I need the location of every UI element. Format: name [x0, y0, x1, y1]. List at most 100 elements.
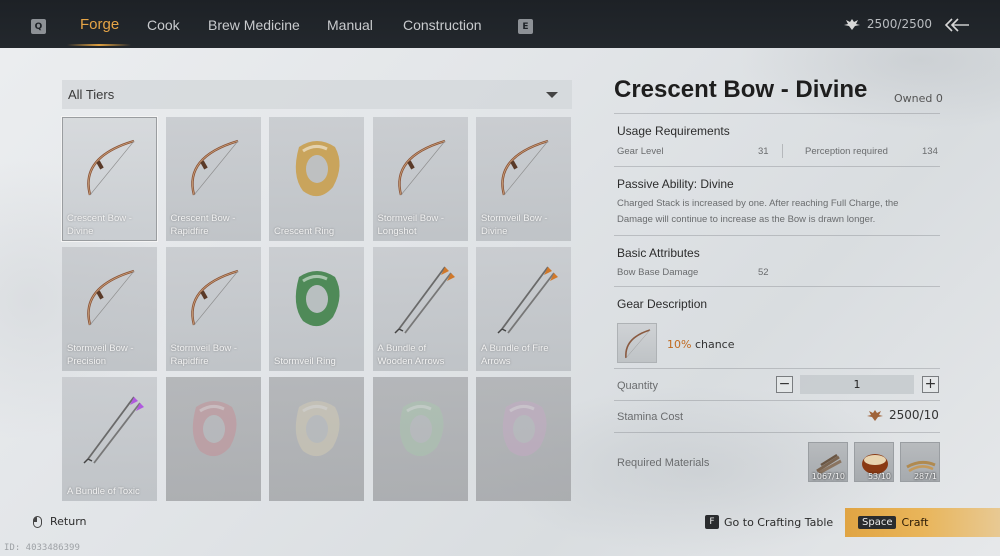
- item-name: A Bundle of Toxic: [67, 486, 140, 497]
- bow-icon: [501, 139, 549, 196]
- stamina-cost: 2500/10: [866, 408, 939, 422]
- craft-button[interactable]: Space Craft: [845, 508, 1000, 537]
- owned-count: Owned 0: [894, 92, 943, 105]
- passive-ability-description: Charged Stack is increased by one. After…: [617, 196, 942, 228]
- arrows-icon: [497, 266, 558, 334]
- tab-construction[interactable]: Construction: [403, 17, 482, 33]
- active-tab-indicator: [67, 44, 131, 46]
- item-name: Crescent Ring: [274, 226, 335, 237]
- go-to-crafting-table-label: Go to Crafting Table: [724, 515, 834, 529]
- bow-icon: [87, 269, 135, 326]
- prev-tab-key[interactable]: Q: [31, 19, 46, 34]
- craft-label: Craft: [901, 516, 929, 529]
- bow-icon: [190, 269, 238, 326]
- tab-cook[interactable]: Cook: [147, 17, 180, 33]
- divider: [614, 166, 940, 167]
- go-to-crafting-table-button[interactable]: F Go to Crafting Table: [705, 515, 833, 529]
- item-slot[interactable]: A Bundle of Fire Arrows: [476, 247, 571, 371]
- item-name: Crescent Bow - Divine: [67, 213, 132, 237]
- tab-brew-medicine[interactable]: Brew Medicine: [208, 17, 300, 33]
- item-slot[interactable]: Crescent Bow - Divine: [61, 116, 158, 242]
- item-slot[interactable]: [165, 377, 261, 501]
- bow-icon: [87, 139, 135, 196]
- perception-value: 134: [922, 146, 938, 157]
- item-slot[interactable]: [476, 377, 571, 501]
- stamina-icon: [867, 410, 883, 421]
- divider: [614, 432, 940, 433]
- item-name: Stormveil Ring: [274, 356, 336, 367]
- divider: [614, 400, 940, 401]
- bow-icon: [397, 139, 445, 196]
- quantity-increase-button[interactable]: +: [922, 376, 939, 393]
- bow-icon: [625, 329, 651, 359]
- material-slot[interactable]: 53/10: [854, 442, 894, 482]
- quantity-field[interactable]: 1: [800, 375, 914, 394]
- divider: [614, 368, 940, 369]
- passive-line-1: Charged Stack is increased by one. After…: [617, 198, 899, 209]
- material-slot[interactable]: 287/1: [900, 442, 940, 482]
- arrows-icon: [393, 266, 455, 334]
- tab-manual[interactable]: Manual: [327, 17, 373, 33]
- ring-icon: [192, 401, 237, 457]
- user-id: ID: 4033486399: [4, 543, 80, 553]
- item-slot[interactable]: Stormveil Bow - Longshot: [372, 117, 468, 241]
- material-count: 1067/10: [811, 472, 845, 481]
- top-nav-bar: Q Forge Cook Brew Medicine Manual Constr…: [0, 0, 1000, 48]
- back-arrows-icon[interactable]: [944, 18, 970, 36]
- usage-requirements-heading: Usage Requirements: [617, 124, 730, 138]
- quantity-label: Quantity: [617, 380, 658, 392]
- item-slot[interactable]: A Bundle of Wooden Arrows: [372, 247, 468, 371]
- base-damage-label: Bow Base Damage: [617, 267, 699, 278]
- chance-label: chance: [694, 338, 735, 351]
- item-slot[interactable]: [269, 377, 364, 501]
- tier-filter-dropdown[interactable]: All Tiers: [62, 80, 572, 109]
- base-damage-value: 52: [758, 267, 769, 278]
- ring-icon: [399, 401, 444, 457]
- f-key: F: [705, 515, 719, 529]
- divider: [614, 235, 940, 236]
- ring-icon: [295, 401, 340, 457]
- tier-filter-value: All Tiers: [68, 87, 115, 102]
- item-slot[interactable]: Crescent Bow - Rapidfire: [165, 117, 261, 241]
- item-slot[interactable]: Stormveil Bow - Precision: [62, 247, 157, 371]
- divider: [614, 113, 940, 114]
- gear-level-label: Gear Level: [617, 146, 664, 157]
- item-grid: Crescent Bow - Divine Crescent Bow - Rapi…: [61, 116, 572, 501]
- item-name: A Bundle of Wooden Arrows: [377, 343, 445, 367]
- item-slot[interactable]: Stormveil Bow - Divine: [476, 117, 571, 241]
- basic-attributes-heading: Basic Attributes: [617, 246, 700, 260]
- stamina-icon: [843, 19, 860, 30]
- perception-label: Perception required: [805, 146, 888, 157]
- passive-ability-heading: Passive Ability: Divine: [617, 177, 734, 191]
- item-name: Stormveil Bow - Divine: [481, 213, 548, 237]
- required-materials-label: Required Materials: [617, 457, 710, 469]
- item-slot[interactable]: Crescent Ring: [269, 117, 364, 241]
- stamina-display: 2500/2500: [843, 17, 932, 31]
- item-slot[interactable]: A Bundle of Toxic: [62, 377, 157, 501]
- item-title: Crescent Bow - Divine: [614, 76, 868, 103]
- next-tab-key[interactable]: E: [518, 19, 533, 34]
- divider: [614, 286, 940, 287]
- ring-icon: [295, 141, 340, 197]
- item-slot[interactable]: [372, 377, 468, 501]
- quantity-decrease-button[interactable]: −: [776, 376, 793, 393]
- item-name: Stormveil Bow - Precision: [67, 343, 134, 367]
- item-slot[interactable]: Stormveil Ring: [269, 247, 364, 371]
- return-button[interactable]: Return: [33, 515, 87, 528]
- material-count: 287/1: [913, 472, 937, 481]
- item-name: Crescent Bow - Rapidfire: [170, 213, 236, 237]
- tab-forge[interactable]: Forge: [80, 16, 119, 33]
- ring-icon: [295, 271, 340, 327]
- item-slot[interactable]: Stormveil Bow - Rapidfire: [165, 247, 261, 371]
- stamina-cost-label: Stamina Cost: [617, 411, 684, 423]
- chance-text: 10% chance: [667, 338, 735, 351]
- return-label: Return: [50, 515, 87, 528]
- material-slot[interactable]: 1067/10: [808, 442, 848, 482]
- chance-percent: 10%: [667, 338, 692, 351]
- space-key: Space: [858, 516, 897, 529]
- arrows-icon: [83, 396, 144, 464]
- gear-thumbnail: [617, 323, 657, 363]
- material-count: 53/10: [867, 472, 891, 481]
- separator: [782, 144, 783, 158]
- stamina-value: 2500/2500: [866, 17, 932, 31]
